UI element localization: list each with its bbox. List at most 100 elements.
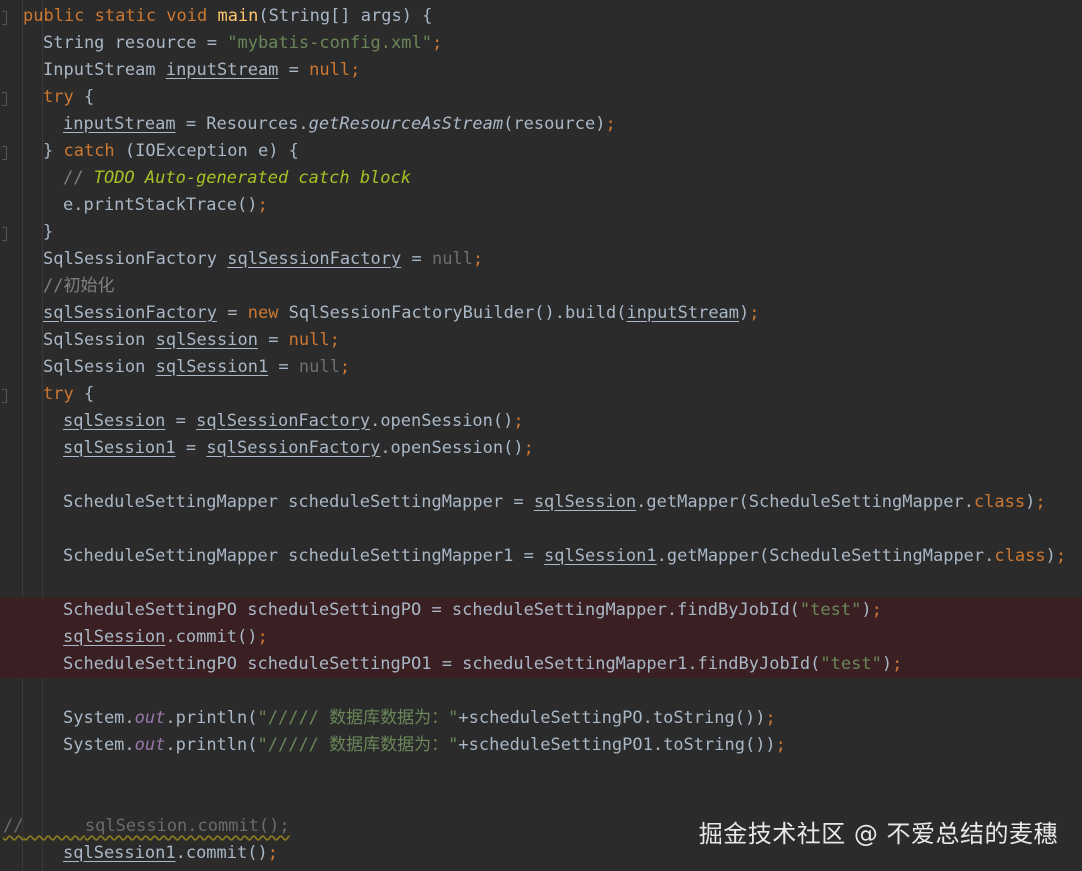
code-line[interactable]: } (43, 219, 53, 246)
token-text: ) (739, 303, 750, 323)
token-text: } (43, 222, 54, 242)
token-keyword: catch (63, 141, 115, 161)
token-variable: sqlSession1 (63, 438, 176, 458)
code-line[interactable]: ScheduleSettingPO scheduleSettingPO1 = s… (63, 651, 902, 678)
token-text: e.printStackTrace() (63, 195, 258, 215)
token-semicolon: ; (765, 708, 776, 728)
token-text: ScheduleSettingMapper scheduleSettingMap… (63, 546, 545, 566)
code-line[interactable]: SqlSession sqlSession = null; (43, 327, 340, 354)
token-variable: inputStream (626, 303, 740, 323)
code-line[interactable]: // TODO Auto-generated catch block (63, 165, 411, 192)
token-semicolon: ; (339, 357, 351, 377)
token-semicolon: ; (892, 654, 903, 674)
token-text: .commit() (165, 627, 258, 647)
code-line[interactable]: try { (43, 84, 94, 111)
token-string: "mybatis-config.xml" (227, 33, 432, 53)
fold-marker-icon[interactable] (2, 389, 7, 403)
token-semicolon: ; (871, 600, 882, 620)
token-text: +scheduleSettingPO1.toString()) (458, 735, 776, 755)
token-text: ScheduleSettingPO scheduleSettingPO = sc… (63, 600, 800, 620)
token-text: .getMapper(ScheduleSettingMapper. (656, 546, 995, 566)
token-variable: sqlSession (63, 627, 166, 647)
fold-marker-icon[interactable] (2, 92, 7, 106)
token-static-field: out (134, 708, 166, 728)
token-text: SqlSessionFactory (43, 249, 228, 269)
token-string: "///// 数据库数据为：" (257, 708, 459, 728)
token-text: SqlSession (43, 330, 156, 350)
token-static-method: getResourceAsStream (308, 114, 504, 134)
code-line[interactable]: ScheduleSettingPO scheduleSettingPO = sc… (63, 597, 882, 624)
token-semicolon: ; (431, 33, 443, 53)
code-line[interactable]: String resource = "mybatis-config.xml"; (43, 30, 442, 57)
token-text: = (175, 438, 207, 458)
code-line[interactable]: SqlSessionFactory sqlSessionFactory = nu… (43, 246, 483, 273)
token-text: = (278, 60, 310, 80)
token-variable: sqlSessionFactory (43, 303, 217, 323)
token-text: ScheduleSettingMapper scheduleSettingMap… (63, 492, 534, 512)
token-variable: sqlSessionFactory (206, 438, 381, 458)
fold-marker-icon[interactable] (2, 227, 7, 241)
code-line[interactable]: sqlSession1 = sqlSessionFactory.openSess… (63, 435, 534, 462)
watermark: 掘金技术社区 @ 不爱总结的麦穗 (698, 820, 1058, 848)
code-line[interactable]: sqlSession1.commit(); (63, 840, 278, 867)
token-null: null (288, 330, 330, 350)
token-variable: sqlSession (155, 330, 258, 350)
code-line[interactable]: System.out.println("///// 数据库数据为："+sched… (63, 705, 776, 732)
token-text: = (165, 411, 197, 431)
code-line[interactable]: public static void main(String[] args) { (23, 3, 432, 30)
token-text: { (73, 384, 95, 404)
code-line[interactable]: System.out.println("///// 数据库数据为："+sched… (63, 732, 786, 759)
token-text: } (43, 141, 64, 161)
token-text: .openSession() (380, 438, 524, 458)
token-todo: TODO Auto-generated catch block (93, 168, 411, 188)
code-line[interactable]: } catch (IOException e) { (43, 138, 299, 165)
token-keyword: try (43, 87, 74, 107)
code-line[interactable]: ScheduleSettingMapper scheduleSettingMap… (63, 489, 1046, 516)
code-line[interactable]: e.printStackTrace(); (63, 192, 268, 219)
token-text: ) (1025, 492, 1036, 512)
token-variable: sqlSession1 (544, 546, 657, 566)
token-text: .println( (165, 735, 258, 755)
token-variable: sqlSession1 (63, 843, 176, 863)
token-text: SqlSession (43, 357, 156, 377)
token-text: SqlSessionFactoryBuilder().build( (278, 303, 627, 323)
token-semicolon: ; (775, 735, 786, 755)
code-editor[interactable]: public static void main(String[] args) {… (0, 0, 1082, 871)
fold-marker-icon[interactable] (2, 146, 7, 160)
code-line[interactable]: ScheduleSettingMapper scheduleSettingMap… (63, 543, 1066, 570)
token-comment: // (63, 168, 94, 188)
token-text: System. (63, 735, 135, 755)
token-text: String resource = (43, 33, 228, 53)
token-text: ) (861, 600, 872, 620)
token-semicolon: ; (1035, 492, 1046, 512)
token-semicolon: ; (267, 843, 278, 863)
code-line[interactable]: try { (43, 381, 94, 408)
code-line[interactable]: InputStream inputStream = null; (43, 57, 360, 84)
token-text: = (401, 249, 432, 269)
code-line[interactable]: //初始化 (43, 273, 114, 300)
token-method: main (217, 6, 259, 26)
token-null: null (431, 249, 473, 269)
indent-guide (22, 0, 23, 871)
token-comment (23, 816, 84, 836)
fold-marker-icon[interactable] (2, 11, 7, 25)
token-text: InputStream (43, 60, 166, 80)
token-text: ScheduleSettingPO scheduleSettingPO1 = s… (63, 654, 821, 674)
token-variable: sqlSession (63, 411, 166, 431)
code-line[interactable]: sqlSession = sqlSessionFactory.openSessi… (63, 408, 524, 435)
code-line[interactable]: inputStream = Resources.getResourceAsStr… (63, 111, 616, 138)
token-semicolon: ; (605, 114, 616, 134)
token-text: +scheduleSettingPO.toString()) (458, 708, 766, 728)
token-comment: sqlSession.commit(); (84, 816, 290, 836)
token-text: (String[] args) { (258, 6, 433, 26)
token-keyword: class (994, 546, 1046, 566)
token-semicolon: ; (257, 195, 268, 215)
code-line[interactable]: SqlSession sqlSession1 = null; (43, 354, 350, 381)
code-line[interactable]: // sqlSession.commit(); (3, 813, 290, 840)
token-static-field: out (134, 735, 166, 755)
token-keyword: try (43, 384, 74, 404)
token-keyword: new (247, 303, 279, 323)
token-semicolon: ; (257, 627, 268, 647)
code-line[interactable]: sqlSession.commit(); (63, 624, 268, 651)
code-line[interactable]: sqlSessionFactory = new SqlSessionFactor… (43, 300, 760, 327)
